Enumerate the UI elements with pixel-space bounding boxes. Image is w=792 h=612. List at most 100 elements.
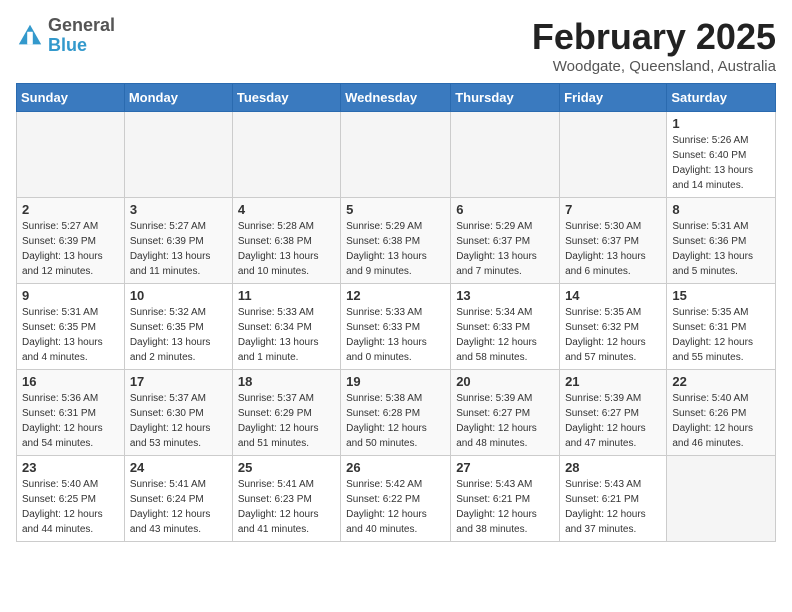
day-cell: 20 Sunrise: 5:39 AMSunset: 6:27 PMDayligh… bbox=[451, 370, 560, 456]
day-number: 28 bbox=[565, 460, 661, 475]
day-number: 22 bbox=[672, 374, 770, 389]
day-cell: 14 Sunrise: 5:35 AMSunset: 6:32 PMDayligh… bbox=[560, 284, 667, 370]
day-info: Sunrise: 5:30 AMSunset: 6:37 PMDaylight:… bbox=[565, 219, 661, 279]
day-cell: 25 Sunrise: 5:41 AMSunset: 6:23 PMDayligh… bbox=[232, 456, 340, 542]
day-info: Sunrise: 5:32 AMSunset: 6:35 PMDaylight:… bbox=[130, 305, 227, 365]
day-info: Sunrise: 5:28 AMSunset: 6:38 PMDaylight:… bbox=[238, 219, 335, 279]
day-info: Sunrise: 5:35 AMSunset: 6:32 PMDaylight:… bbox=[565, 305, 661, 365]
logo: General Blue bbox=[16, 16, 115, 56]
day-number: 3 bbox=[130, 202, 227, 217]
day-number: 9 bbox=[22, 288, 119, 303]
week-row-1: 1 Sunrise: 5:26 AMSunset: 6:40 PMDaylight… bbox=[17, 112, 776, 198]
day-info: Sunrise: 5:39 AMSunset: 6:27 PMDaylight:… bbox=[456, 391, 554, 451]
day-cell: 8 Sunrise: 5:31 AMSunset: 6:36 PMDaylight… bbox=[667, 198, 776, 284]
day-info: Sunrise: 5:41 AMSunset: 6:23 PMDaylight:… bbox=[238, 477, 335, 537]
week-row-5: 23 Sunrise: 5:40 AMSunset: 6:25 PMDayligh… bbox=[17, 456, 776, 542]
day-cell: 1 Sunrise: 5:26 AMSunset: 6:40 PMDaylight… bbox=[667, 112, 776, 198]
day-info: Sunrise: 5:40 AMSunset: 6:25 PMDaylight:… bbox=[22, 477, 119, 537]
weekday-header-saturday: Saturday bbox=[667, 84, 776, 112]
day-info: Sunrise: 5:40 AMSunset: 6:26 PMDaylight:… bbox=[672, 391, 770, 451]
day-number: 19 bbox=[346, 374, 445, 389]
day-number: 27 bbox=[456, 460, 554, 475]
day-info: Sunrise: 5:42 AMSunset: 6:22 PMDaylight:… bbox=[346, 477, 445, 537]
day-number: 5 bbox=[346, 202, 445, 217]
day-number: 12 bbox=[346, 288, 445, 303]
day-number: 21 bbox=[565, 374, 661, 389]
day-cell: 6 Sunrise: 5:29 AMSunset: 6:37 PMDaylight… bbox=[451, 198, 560, 284]
day-info: Sunrise: 5:43 AMSunset: 6:21 PMDaylight:… bbox=[565, 477, 661, 537]
day-cell bbox=[667, 456, 776, 542]
day-number: 10 bbox=[130, 288, 227, 303]
day-number: 11 bbox=[238, 288, 335, 303]
calendar-table: SundayMondayTuesdayWednesdayThursdayFrid… bbox=[16, 83, 776, 542]
day-cell: 13 Sunrise: 5:34 AMSunset: 6:33 PMDayligh… bbox=[451, 284, 560, 370]
day-cell: 16 Sunrise: 5:36 AMSunset: 6:31 PMDayligh… bbox=[17, 370, 125, 456]
day-info: Sunrise: 5:27 AMSunset: 6:39 PMDaylight:… bbox=[130, 219, 227, 279]
day-info: Sunrise: 5:33 AMSunset: 6:33 PMDaylight:… bbox=[346, 305, 445, 365]
day-number: 18 bbox=[238, 374, 335, 389]
day-cell: 23 Sunrise: 5:40 AMSunset: 6:25 PMDayligh… bbox=[17, 456, 125, 542]
title-block: February 2025 Woodgate, Queensland, Aust… bbox=[532, 16, 776, 75]
calendar-title: February 2025 bbox=[532, 16, 776, 58]
day-info: Sunrise: 5:29 AMSunset: 6:37 PMDaylight:… bbox=[456, 219, 554, 279]
day-cell bbox=[451, 112, 560, 198]
weekday-header-thursday: Thursday bbox=[451, 84, 560, 112]
day-cell: 10 Sunrise: 5:32 AMSunset: 6:35 PMDayligh… bbox=[124, 284, 232, 370]
day-number: 14 bbox=[565, 288, 661, 303]
logo-icon bbox=[16, 22, 44, 50]
day-number: 6 bbox=[456, 202, 554, 217]
day-number: 7 bbox=[565, 202, 661, 217]
day-cell bbox=[124, 112, 232, 198]
day-cell: 11 Sunrise: 5:33 AMSunset: 6:34 PMDayligh… bbox=[232, 284, 340, 370]
day-info: Sunrise: 5:37 AMSunset: 6:30 PMDaylight:… bbox=[130, 391, 227, 451]
day-number: 25 bbox=[238, 460, 335, 475]
day-info: Sunrise: 5:29 AMSunset: 6:38 PMDaylight:… bbox=[346, 219, 445, 279]
day-number: 1 bbox=[672, 116, 770, 131]
day-cell: 7 Sunrise: 5:30 AMSunset: 6:37 PMDaylight… bbox=[560, 198, 667, 284]
day-info: Sunrise: 5:41 AMSunset: 6:24 PMDaylight:… bbox=[130, 477, 227, 537]
day-number: 20 bbox=[456, 374, 554, 389]
day-number: 2 bbox=[22, 202, 119, 217]
day-cell: 5 Sunrise: 5:29 AMSunset: 6:38 PMDaylight… bbox=[341, 198, 451, 284]
logo-blue-text: Blue bbox=[48, 36, 115, 56]
day-cell: 9 Sunrise: 5:31 AMSunset: 6:35 PMDaylight… bbox=[17, 284, 125, 370]
day-cell: 15Sunrise: 5:35 AMSunset: 6:31 PMDayligh… bbox=[667, 284, 776, 370]
day-number: 26 bbox=[346, 460, 445, 475]
day-cell: 12 Sunrise: 5:33 AMSunset: 6:33 PMDayligh… bbox=[341, 284, 451, 370]
day-info: Sunrise: 5:27 AMSunset: 6:39 PMDaylight:… bbox=[22, 219, 119, 279]
day-number: 8 bbox=[672, 202, 770, 217]
day-cell: 4Sunrise: 5:28 AMSunset: 6:38 PMDaylight… bbox=[232, 198, 340, 284]
page-header: General Blue February 2025 Woodgate, Que… bbox=[16, 16, 776, 75]
day-number: 23 bbox=[22, 460, 119, 475]
day-cell: 28 Sunrise: 5:43 AMSunset: 6:21 PMDayligh… bbox=[560, 456, 667, 542]
day-cell: 22 Sunrise: 5:40 AMSunset: 6:26 PMDayligh… bbox=[667, 370, 776, 456]
day-cell: 17Sunrise: 5:37 AMSunset: 6:30 PMDayligh… bbox=[124, 370, 232, 456]
day-cell: 2 Sunrise: 5:27 AMSunset: 6:39 PMDaylight… bbox=[17, 198, 125, 284]
calendar-subtitle: Woodgate, Queensland, Australia bbox=[532, 58, 776, 75]
day-info: Sunrise: 5:26 AMSunset: 6:40 PMDaylight:… bbox=[672, 133, 770, 193]
day-info: Sunrise: 5:38 AMSunset: 6:28 PMDaylight:… bbox=[346, 391, 445, 451]
week-row-2: 2 Sunrise: 5:27 AMSunset: 6:39 PMDaylight… bbox=[17, 198, 776, 284]
day-number: 16 bbox=[22, 374, 119, 389]
day-cell bbox=[560, 112, 667, 198]
day-info: Sunrise: 5:37 AMSunset: 6:29 PMDaylight:… bbox=[238, 391, 335, 451]
weekday-header-row: SundayMondayTuesdayWednesdayThursdayFrid… bbox=[17, 84, 776, 112]
weekday-header-wednesday: Wednesday bbox=[341, 84, 451, 112]
day-number: 13 bbox=[456, 288, 554, 303]
day-info: Sunrise: 5:31 AMSunset: 6:36 PMDaylight:… bbox=[672, 219, 770, 279]
day-cell bbox=[232, 112, 340, 198]
day-info: Sunrise: 5:35 AMSunset: 6:31 PMDaylight:… bbox=[672, 305, 770, 365]
day-info: Sunrise: 5:31 AMSunset: 6:35 PMDaylight:… bbox=[22, 305, 119, 365]
day-cell: 24Sunrise: 5:41 AMSunset: 6:24 PMDayligh… bbox=[124, 456, 232, 542]
week-row-4: 16 Sunrise: 5:36 AMSunset: 6:31 PMDayligh… bbox=[17, 370, 776, 456]
day-cell: 27 Sunrise: 5:43 AMSunset: 6:21 PMDayligh… bbox=[451, 456, 560, 542]
day-info: Sunrise: 5:43 AMSunset: 6:21 PMDaylight:… bbox=[456, 477, 554, 537]
weekday-header-friday: Friday bbox=[560, 84, 667, 112]
day-info: Sunrise: 5:36 AMSunset: 6:31 PMDaylight:… bbox=[22, 391, 119, 451]
logo-general-text: General bbox=[48, 16, 115, 36]
day-cell: 18 Sunrise: 5:37 AMSunset: 6:29 PMDayligh… bbox=[232, 370, 340, 456]
weekday-header-tuesday: Tuesday bbox=[232, 84, 340, 112]
day-cell bbox=[17, 112, 125, 198]
day-info: Sunrise: 5:34 AMSunset: 6:33 PMDaylight:… bbox=[456, 305, 554, 365]
day-info: Sunrise: 5:33 AMSunset: 6:34 PMDaylight:… bbox=[238, 305, 335, 365]
